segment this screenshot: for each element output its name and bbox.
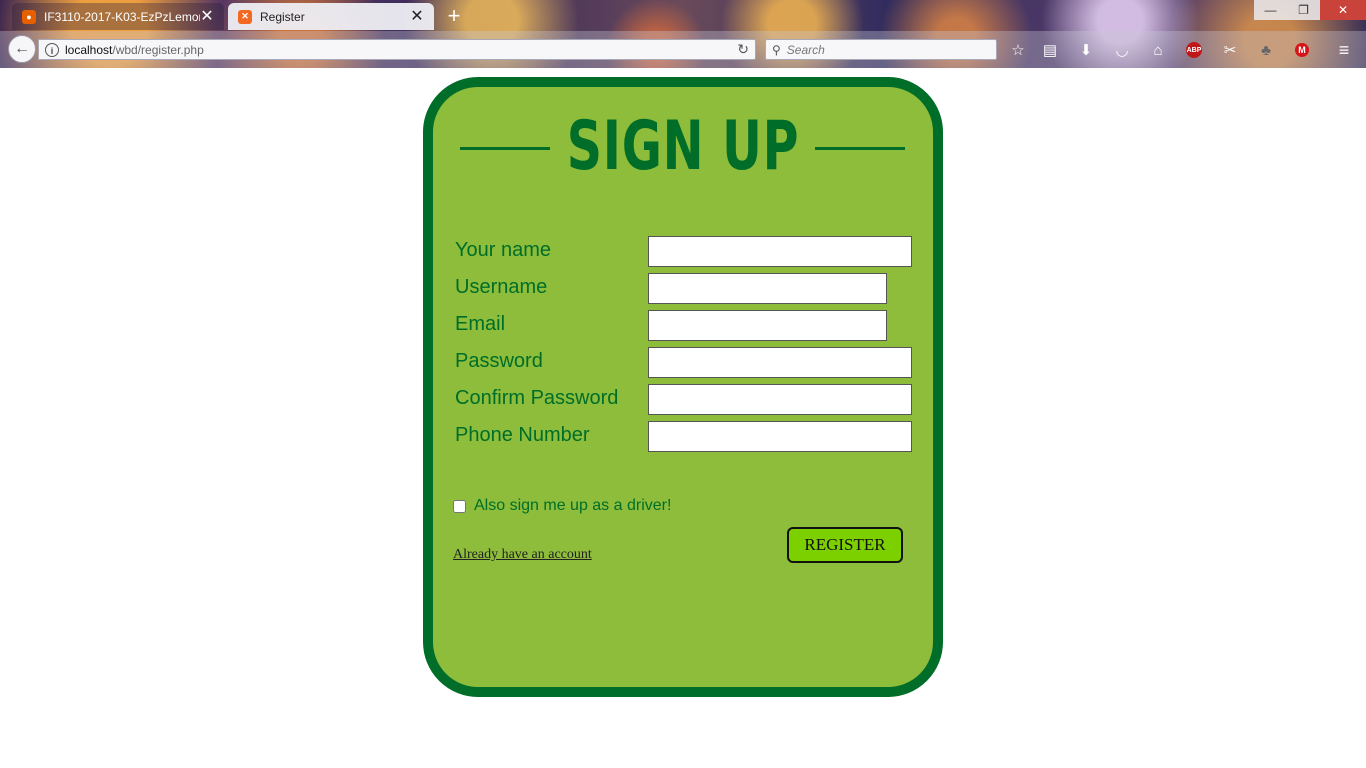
- email-input[interactable]: [648, 310, 887, 341]
- screenshot-icon[interactable]: ✂: [1218, 38, 1242, 62]
- tab-inactive[interactable]: ● IF3110-2017-K03-EzPzLemon ✕: [12, 3, 224, 30]
- email-label: Email: [455, 313, 506, 335]
- your-name-label: Your name: [455, 239, 551, 261]
- tab-active[interactable]: ✕ Register ✕: [228, 3, 434, 30]
- home-icon[interactable]: ⌂: [1146, 38, 1170, 62]
- pocket-icon[interactable]: ◡: [1110, 38, 1134, 62]
- heading-divider-right: [815, 147, 905, 150]
- search-input[interactable]: ⚲ Search: [765, 39, 997, 60]
- minimize-icon[interactable]: —: [1254, 0, 1287, 20]
- driver-option: Also sign me up as a driver!: [453, 497, 671, 515]
- info-icon[interactable]: i: [45, 42, 59, 57]
- close-window-icon[interactable]: ✕: [1320, 0, 1366, 20]
- confirm-password-label: Confirm Password: [455, 387, 619, 409]
- firefox-favicon-icon: ●: [22, 9, 36, 24]
- back-arrow-icon[interactable]: ←: [8, 35, 36, 63]
- download-icon[interactable]: ⬇: [1074, 38, 1098, 62]
- extension-icon[interactable]: ♣: [1254, 38, 1278, 62]
- driver-checkbox-label: Also sign me up as a driver!: [474, 497, 672, 514]
- xampp-favicon-icon: ✕: [238, 9, 252, 24]
- browser-chrome: ● IF3110-2017-K03-EzPzLemon ✕ ✕ Register…: [0, 0, 1366, 68]
- plus-icon[interactable]: +: [443, 5, 465, 27]
- username-input[interactable]: [648, 273, 887, 304]
- navigation-toolbar: ← i localhost /wbd/register.php ↻ ⚲ Sear…: [0, 31, 1366, 68]
- close-tab-icon[interactable]: ✕: [200, 8, 214, 24]
- reading-list-icon[interactable]: ▤: [1038, 38, 1062, 62]
- adblock-icon[interactable]: ABP: [1182, 38, 1206, 62]
- password-input[interactable]: [648, 347, 912, 378]
- tab-title: Register: [260, 9, 305, 24]
- mega-label: M: [1295, 43, 1309, 57]
- restore-icon[interactable]: ❐: [1287, 0, 1320, 20]
- field-row-confirm-password: Confirm Password: [455, 384, 935, 415]
- search-placeholder: Search: [786, 42, 825, 57]
- phone-number-label: Phone Number: [455, 424, 590, 446]
- field-row-email: Email: [455, 310, 935, 341]
- your-name-input[interactable]: [648, 236, 912, 267]
- phone-number-input[interactable]: [648, 421, 912, 452]
- login-link[interactable]: Already have an account: [453, 547, 592, 563]
- register-form: SIGN UP Your name Username Email Passwor…: [423, 77, 943, 697]
- search-icon: ⚲: [772, 42, 781, 57]
- field-row-phone-number: Phone Number: [455, 421, 935, 452]
- url-host: localhost: [65, 42, 113, 57]
- tab-title: IF3110-2017-K03-EzPzLemon: [44, 9, 200, 24]
- url-path: /wbd/register.php: [112, 42, 204, 57]
- confirm-password-input[interactable]: [648, 384, 912, 415]
- reload-icon[interactable]: ↻: [737, 41, 749, 58]
- mega-icon[interactable]: M: [1290, 38, 1314, 62]
- page-heading: SIGN UP: [433, 111, 933, 183]
- star-icon[interactable]: ☆: [1006, 38, 1030, 62]
- close-tab-icon[interactable]: ✕: [410, 8, 424, 24]
- register-button[interactable]: REGISTER: [787, 527, 903, 563]
- menu-icon[interactable]: ≡: [1332, 38, 1356, 62]
- adblock-label: ABP: [1186, 42, 1202, 58]
- field-row-password: Password: [455, 347, 935, 378]
- page-title: SIGN UP: [566, 107, 800, 186]
- driver-checkbox[interactable]: [453, 499, 466, 513]
- url-bar[interactable]: i localhost /wbd/register.php ↻: [38, 39, 756, 60]
- field-row-username: Username: [455, 273, 935, 304]
- field-row-your-name: Your name: [455, 236, 935, 267]
- window-controls: — ❐ ✕: [1254, 0, 1366, 20]
- password-label: Password: [455, 350, 543, 372]
- username-label: Username: [455, 276, 548, 298]
